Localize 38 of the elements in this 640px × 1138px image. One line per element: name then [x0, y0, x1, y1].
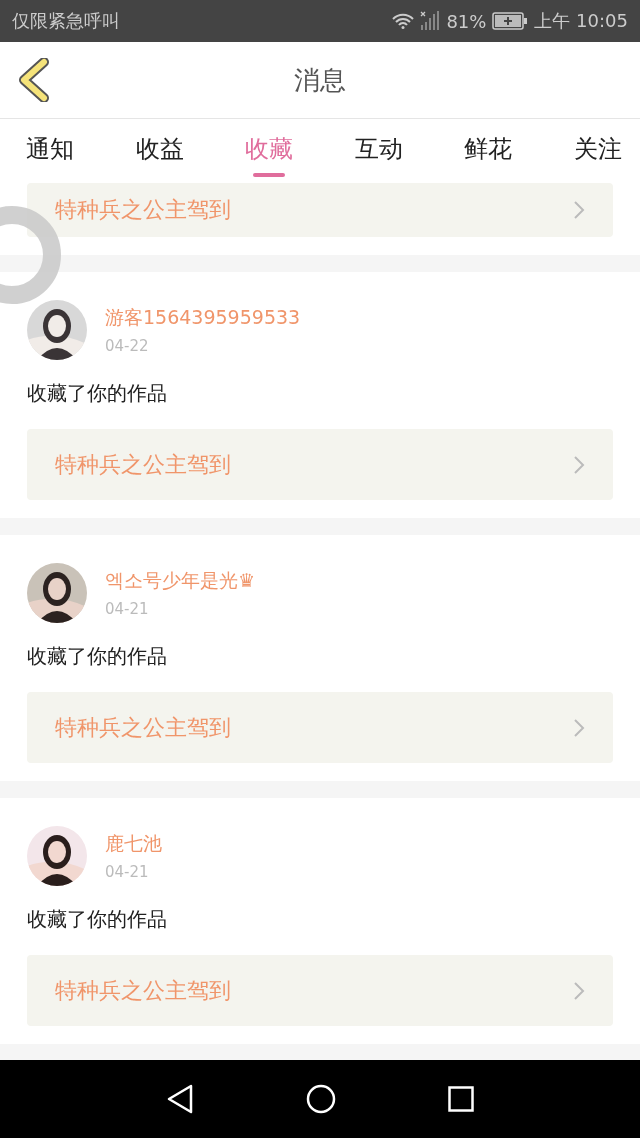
tab[interactable]: 收益 [127, 119, 192, 181]
user-name[interactable]: 엑소号少年是光♛ [105, 568, 256, 594]
chevron-right-icon [573, 980, 585, 1001]
tab[interactable]: 互动 [346, 119, 411, 181]
recent-square-icon[interactable] [448, 1086, 474, 1112]
tab[interactable]: 关注 [565, 119, 630, 181]
work-title: 特种兵之公主驾到 [55, 196, 231, 224]
chevron-right-icon [573, 454, 585, 475]
work-title: 特种兵之公主驾到 [55, 450, 231, 479]
work-card[interactable]: 特种兵之公主驾到 [27, 955, 613, 1026]
page-title: 消息 [294, 63, 346, 97]
back-triangle-icon[interactable] [166, 1084, 194, 1114]
status-notice: 仅限紧急呼叫 [12, 9, 120, 33]
message-date: 04-21 [105, 600, 150, 618]
message-text: 收藏了你的作品 [27, 380, 168, 407]
work-title: 特种兵之公主驾到 [55, 713, 231, 742]
user-name[interactable]: 游客1564395959533 [105, 305, 301, 331]
status-time: 上午 10:05 [534, 9, 628, 33]
message-date: 04-22 [105, 337, 150, 355]
user-name[interactable]: 鹿七池 [105, 831, 162, 857]
wifi-icon [392, 13, 415, 29]
work-card[interactable]: 特种兵之公主驾到 [27, 183, 613, 237]
tab[interactable]: 通知 [18, 119, 82, 181]
tab[interactable]: 鲜花 [456, 119, 521, 181]
work-card[interactable]: 特种兵之公主驾到 [27, 429, 613, 500]
tab[interactable]: 收藏 [237, 119, 302, 181]
message-text: 收藏了你的作品 [27, 906, 168, 933]
work-card[interactable]: 特种兵之公主驾到 [27, 692, 613, 763]
chevron-right-icon [573, 200, 585, 220]
home-circle-icon[interactable] [306, 1084, 336, 1114]
signal-icon [420, 11, 441, 31]
battery-percent: 81% [446, 10, 487, 32]
work-title: 特种兵之公主驾到 [55, 976, 231, 1005]
back-icon[interactable] [18, 58, 50, 102]
message-date: 04-21 [105, 863, 150, 881]
message-text: 收藏了你的作品 [27, 643, 168, 670]
battery-icon [492, 12, 529, 30]
chevron-right-icon [573, 717, 585, 738]
